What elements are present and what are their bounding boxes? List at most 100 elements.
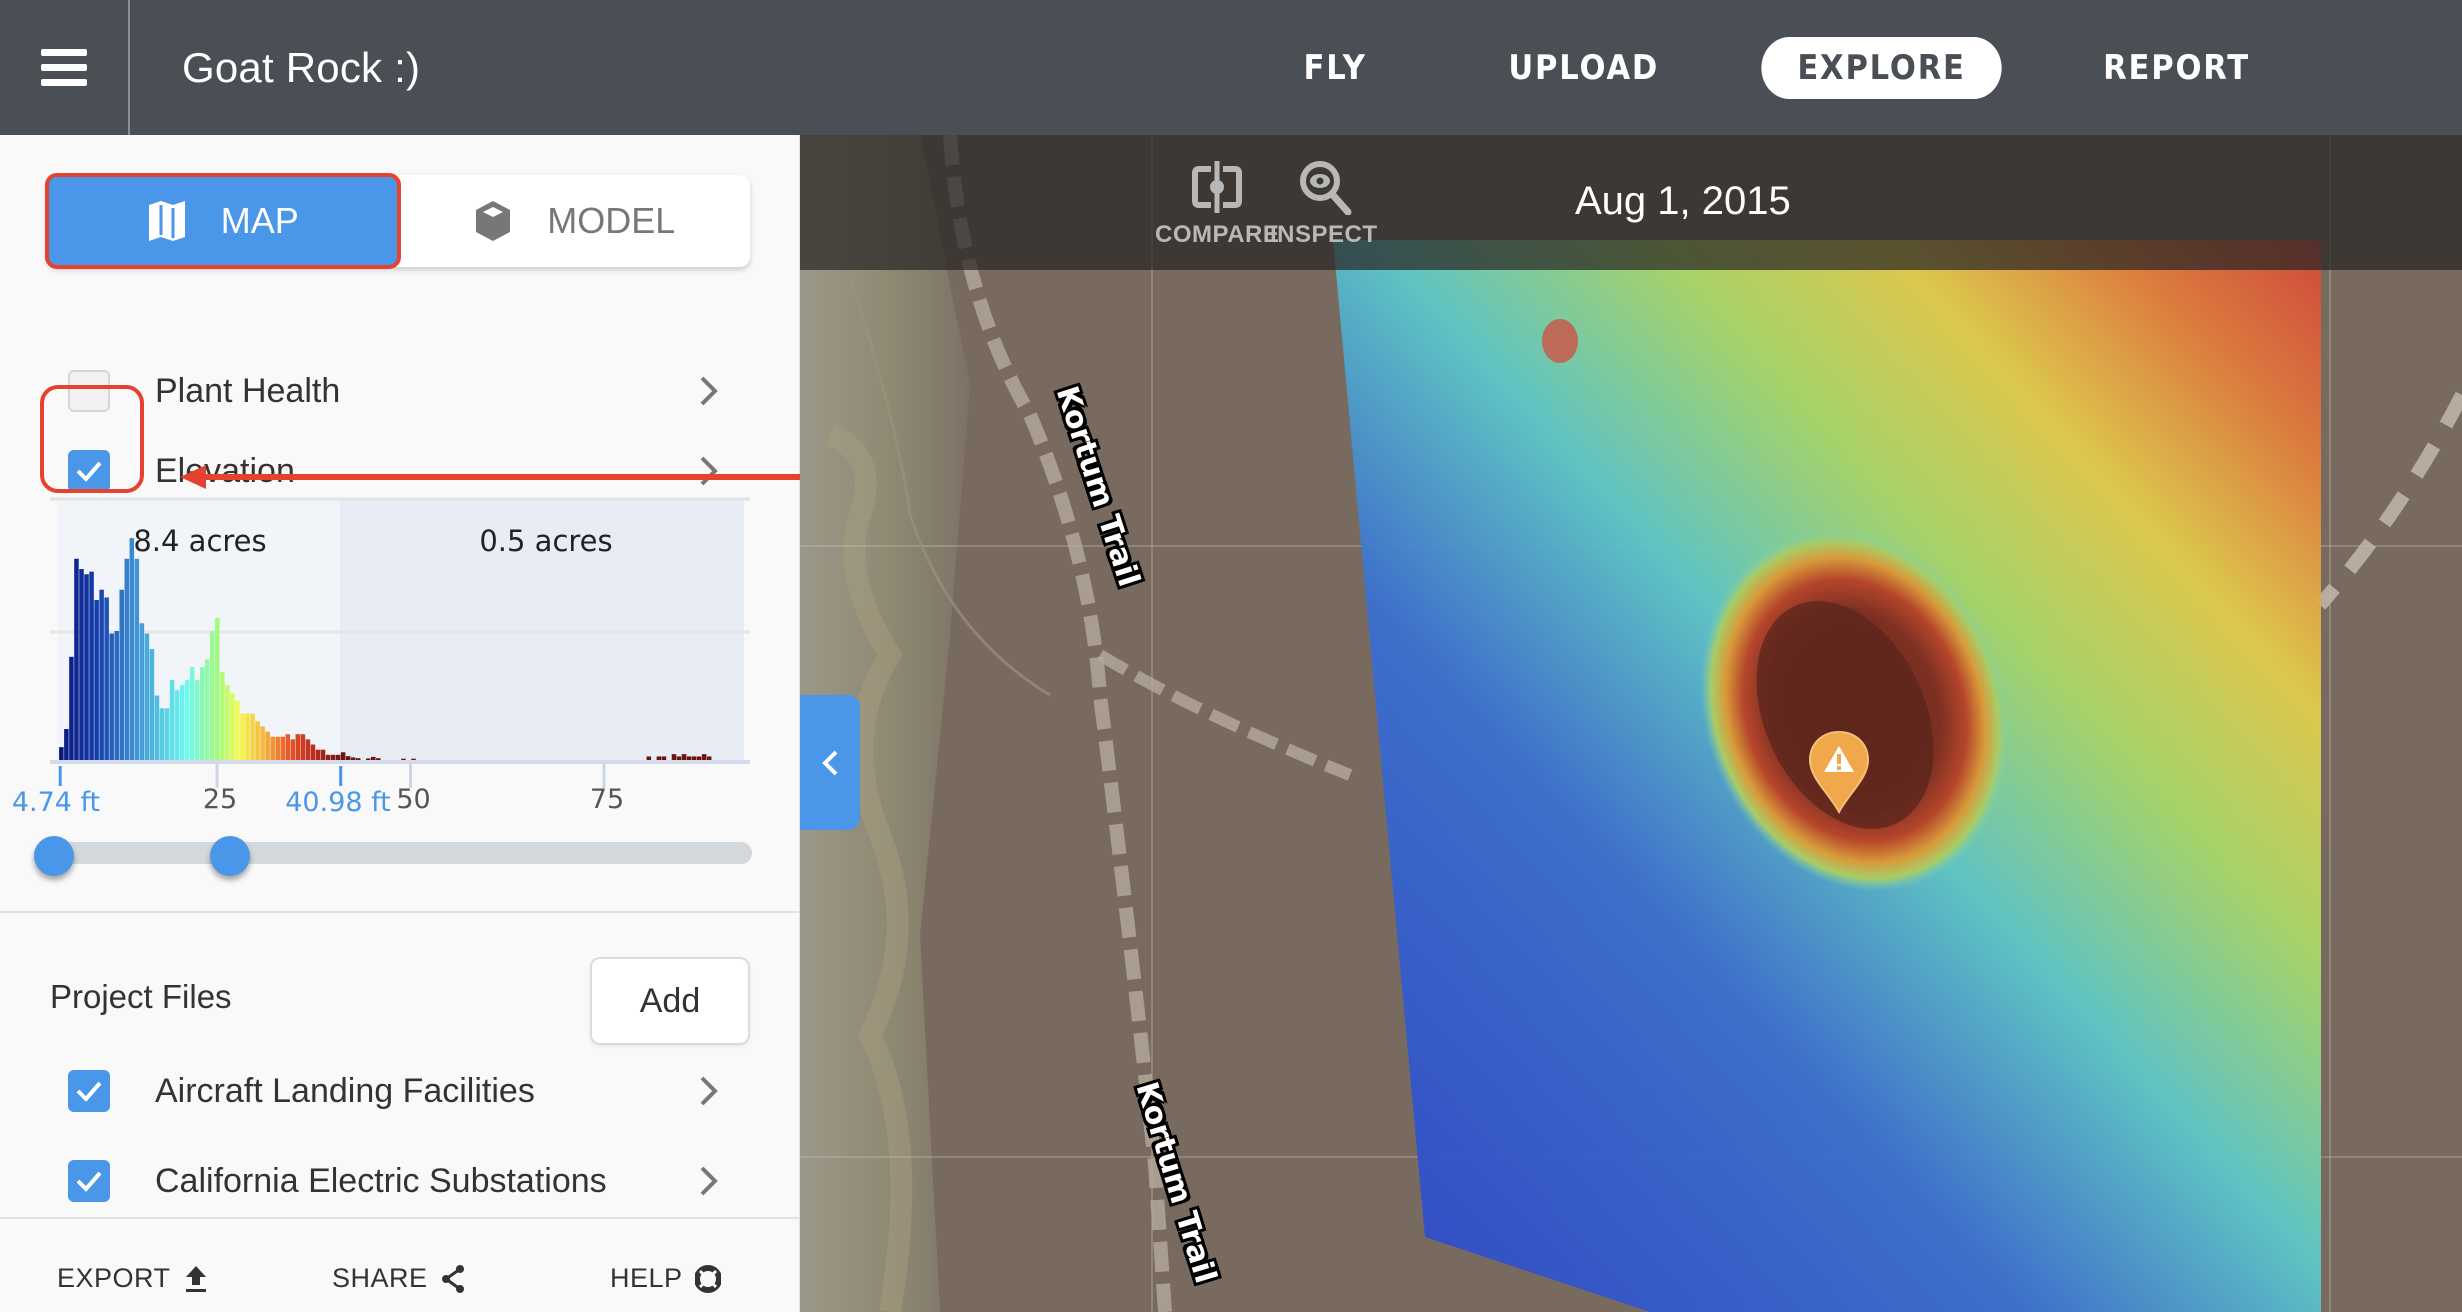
file-checkbox[interactable]	[68, 1070, 110, 1112]
histogram-bar	[240, 713, 245, 760]
histogram-bar	[376, 758, 381, 760]
warning-pin-icon[interactable]	[1808, 730, 1870, 814]
chevron-right-icon[interactable]	[698, 375, 720, 407]
histogram-bar	[220, 672, 225, 760]
help-button[interactable]: HELP	[610, 1263, 721, 1294]
histogram-bar	[646, 756, 652, 760]
section-divider	[0, 911, 800, 913]
project-files-title: Project Files	[50, 978, 232, 1015]
histogram-bar	[114, 631, 119, 760]
compare-label: COMPARE	[1155, 221, 1280, 248]
histogram-bar	[74, 558, 79, 760]
inspect-button[interactable]: INSPECT	[1270, 159, 1378, 249]
tab-report[interactable]: REPORT	[2067, 37, 2286, 99]
selected-area-label: 8.4 acres	[133, 524, 266, 558]
histogram-bar	[59, 747, 64, 760]
histogram-bar	[686, 756, 692, 760]
annotation-highlight-box	[40, 385, 144, 493]
tab-fly[interactable]: FLY	[1268, 37, 1403, 99]
histogram-bar	[225, 685, 230, 760]
tab-explore[interactable]: EXPLORE	[1761, 37, 2002, 99]
elevation-histogram: 25 50 75 8.4 acres 0.5 acres 4.74 ft 40.98…	[0, 490, 800, 910]
histogram-bar	[330, 754, 336, 760]
file-label: California Electric Substations	[155, 1161, 607, 1200]
histogram-bar	[230, 692, 235, 760]
chevron-right-icon[interactable]	[698, 1075, 720, 1107]
map-mode-label: MAP	[220, 200, 299, 241]
project-title: Goat Rock :)	[182, 44, 421, 91]
histogram-bar	[134, 558, 140, 760]
elevation-range-track[interactable]	[34, 842, 752, 864]
export-label: EXPORT	[57, 1263, 171, 1293]
histogram-bar	[154, 695, 160, 760]
annotation-arrow-icon	[180, 465, 820, 489]
main-nav: FLY UPLOAD EXPLORE REPORT	[1260, 37, 2298, 99]
compare-icon	[1192, 161, 1243, 213]
histogram-bar	[205, 659, 210, 760]
histogram-bar	[149, 649, 155, 760]
share-icon	[441, 1264, 464, 1293]
histogram-bar	[365, 758, 371, 760]
compare-button[interactable]: COMPARE	[1155, 159, 1279, 249]
histogram-bar	[255, 721, 260, 760]
histogram-bar	[696, 756, 702, 760]
histogram-bar	[109, 633, 114, 760]
collapse-panel-button[interactable]	[800, 695, 860, 830]
file-checkbox[interactable]	[68, 1160, 110, 1202]
export-button[interactable]: EXPORT	[57, 1263, 209, 1294]
min-range-handle[interactable]	[34, 836, 74, 876]
histogram-bar	[99, 589, 104, 760]
inspect-magnifier-icon	[1299, 161, 1352, 215]
histogram-bar	[676, 756, 682, 760]
histogram-bar	[104, 597, 109, 760]
histogram-bar	[210, 631, 215, 760]
layers-panel: MAP MODEL Plant Health Elevation 25 50 7…	[0, 135, 820, 1312]
histogram-bar	[179, 685, 185, 760]
histogram-bar	[310, 744, 316, 760]
histogram-bar	[84, 574, 89, 760]
histogram-bar	[411, 758, 416, 760]
histogram-bar	[199, 667, 205, 760]
histogram-bar	[164, 708, 170, 760]
cube-icon	[476, 201, 511, 241]
share-button[interactable]: SHARE	[332, 1263, 466, 1294]
share-label: SHARE	[332, 1263, 428, 1293]
histogram-bar	[194, 680, 200, 760]
lifebuoy-icon	[694, 1264, 721, 1293]
histogram-bar	[656, 756, 662, 760]
histogram-bar	[305, 739, 311, 760]
map-mode-button[interactable]: MAP	[45, 173, 401, 269]
model-mode-button[interactable]: MODEL	[399, 175, 751, 267]
tab-upload[interactable]: UPLOAD	[1473, 37, 1696, 99]
add-file-button[interactable]: Add	[590, 957, 750, 1045]
histogram-bar	[124, 558, 130, 760]
chevron-right-icon[interactable]	[698, 1165, 720, 1197]
file-california-electric-substations[interactable]: California Electric Substations	[0, 1145, 800, 1217]
histogram-bar	[144, 633, 150, 760]
histogram-bar	[290, 739, 296, 760]
max-elevation-label: 40.98 ft	[285, 787, 391, 818]
histogram-bar	[661, 756, 667, 760]
upload-icon	[185, 1265, 206, 1292]
histogram-bar	[159, 708, 165, 760]
inspect-label: INSPECT	[1270, 221, 1378, 248]
histogram-bar	[174, 690, 180, 760]
histogram-bar	[350, 757, 356, 760]
histogram-bar	[189, 667, 195, 760]
histogram-bar	[280, 736, 285, 760]
x-tick-label: 75	[590, 784, 624, 815]
capture-date[interactable]: Aug 1, 2015	[1575, 179, 1791, 224]
map-view[interactable]: Aug 1, 2015 COMPARE INSPECT Kortum Trail…	[800, 135, 2462, 1312]
histogram-bar	[270, 736, 275, 760]
histogram-bar	[89, 571, 94, 760]
histogram-bar	[335, 754, 341, 760]
file-aircraft-landing-facilities[interactable]: Aircraft Landing Facilities	[0, 1055, 800, 1127]
x-tick-label: 25	[203, 784, 237, 815]
histogram-bar	[701, 754, 707, 760]
menu-button[interactable]	[0, 0, 130, 135]
map-icon	[148, 201, 185, 241]
histogram-bar	[260, 726, 265, 760]
histogram-bar	[250, 713, 255, 760]
histogram-bar	[129, 538, 135, 760]
hamburger-menu-icon	[41, 48, 87, 86]
